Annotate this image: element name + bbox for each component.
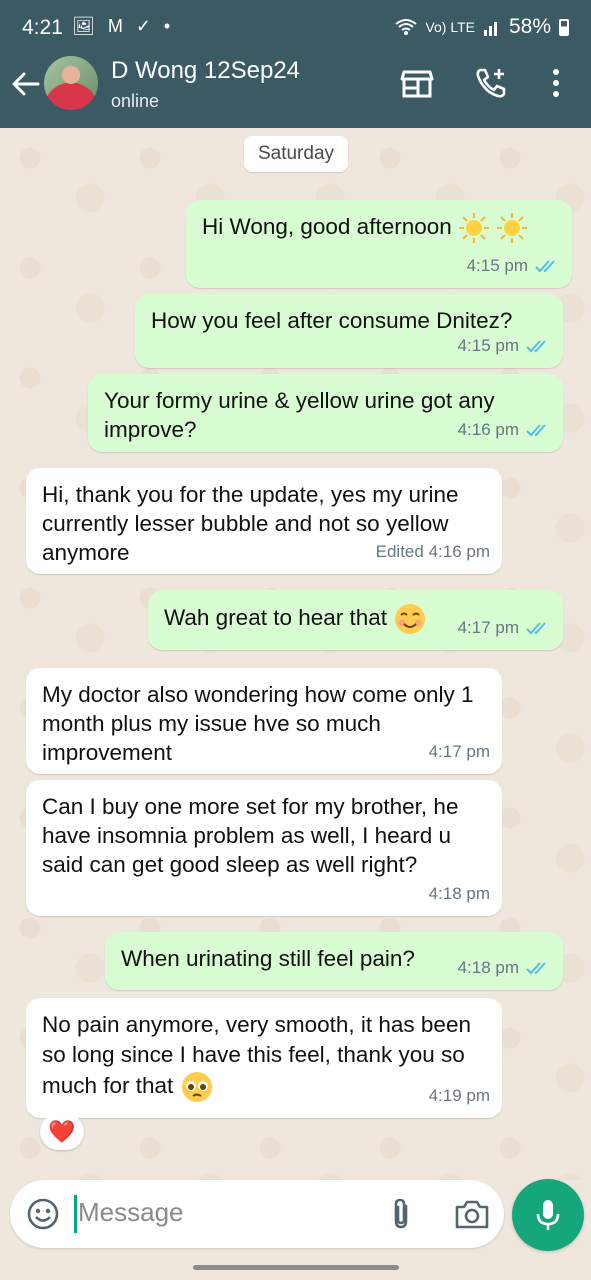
home-indicator [193, 1265, 399, 1270]
sun-emoji-icon [452, 213, 529, 244]
text-cursor [74, 1195, 77, 1233]
message-time: 4:18 pm [428, 884, 490, 903]
double-check-icon [526, 339, 546, 352]
message-time: 4:19 pm [428, 1086, 490, 1105]
contact-status: online [111, 91, 160, 111]
add-call-icon[interactable] [474, 66, 508, 100]
heart-icon: ❤️ [48, 1119, 76, 1144]
message-text: No pain anymore, very smooth, it has bee… [42, 1012, 471, 1098]
double-check-icon [526, 621, 546, 634]
message-text: Can I buy one more set for my brother, h… [42, 794, 459, 877]
message-time: 4:15 pm [466, 256, 528, 275]
mic-icon [536, 1200, 560, 1230]
message-time: 4:15 pm [457, 336, 519, 355]
avatar[interactable] [44, 56, 98, 110]
signal-icon [483, 22, 497, 36]
message-field[interactable]: Message [10, 1180, 504, 1248]
date-chip: Saturday [244, 136, 348, 172]
message-outgoing[interactable]: Wah great to hear that 4:17 pm [148, 590, 563, 650]
status-time: 4:21 [22, 16, 63, 39]
message-outgoing[interactable]: Your formy urine & yellow urine got any … [88, 374, 563, 452]
message-outgoing[interactable]: How you feel after consume Dnitez? 4:15 … [135, 294, 563, 368]
double-check-icon [535, 259, 555, 272]
message-time: 4:17 pm [457, 618, 519, 637]
notification-icons: 🖼 M ✓ • [72, 16, 175, 36]
heart-reaction[interactable]: ❤️ [40, 1114, 84, 1150]
message-outgoing[interactable]: Hi Wong, good afternoon 4:15 pm [186, 200, 572, 288]
message-time: 4:17 pm [428, 742, 490, 761]
double-check-icon [526, 423, 546, 436]
status-right: Vo) LTE 58% [395, 15, 569, 39]
chat-header: 4:21 🖼 M ✓ • Vo) LTE 58% D Wong 12Sep24 … [0, 0, 591, 128]
mic-button[interactable] [512, 1179, 584, 1251]
double-check-icon [526, 961, 546, 974]
message-incoming[interactable]: Hi, thank you for the update, yes my uri… [26, 468, 502, 574]
message-text: My doctor also wondering how come only 1… [42, 682, 474, 765]
battery-percent: 58% [508, 15, 551, 38]
emoji-icon[interactable] [26, 1197, 60, 1231]
attach-icon[interactable] [386, 1197, 416, 1231]
message-input[interactable]: Message [78, 1197, 184, 1228]
back-arrow-icon[interactable] [8, 64, 44, 104]
message-time: Edited 4:16 pm [375, 542, 490, 561]
camera-icon[interactable] [454, 1197, 490, 1231]
status-bar: 4:21 🖼 M ✓ • Vo) LTE 58% [0, 0, 591, 56]
message-text: Hi Wong, good afternoon [202, 214, 452, 239]
chat-area[interactable]: Saturday Hi Wong, good afternoon 4:15 pm… [0, 128, 591, 1180]
battery-icon [559, 18, 569, 36]
pleading-face-emoji-icon [173, 1072, 213, 1102]
message-incoming[interactable]: My doctor also wondering how come only 1… [26, 668, 502, 774]
message-text: Wah great to hear that [164, 604, 388, 630]
message-incoming[interactable]: No pain anymore, very smooth, it has bee… [26, 998, 502, 1118]
smiling-face-emoji-icon [387, 604, 427, 634]
network-label: Vo) LTE [425, 19, 475, 35]
store-icon[interactable] [400, 66, 434, 100]
wifi-icon [395, 19, 418, 35]
more-vert-icon[interactable] [542, 66, 570, 100]
message-time: 4:16 pm [457, 420, 519, 439]
message-time: 4:18 pm [457, 958, 519, 977]
contact-name[interactable]: D Wong 12Sep24 [111, 57, 300, 85]
message-outgoing[interactable]: When urinating still feel pain? 4:18 pm [105, 932, 563, 990]
message-incoming[interactable]: Can I buy one more set for my brother, h… [26, 780, 502, 916]
